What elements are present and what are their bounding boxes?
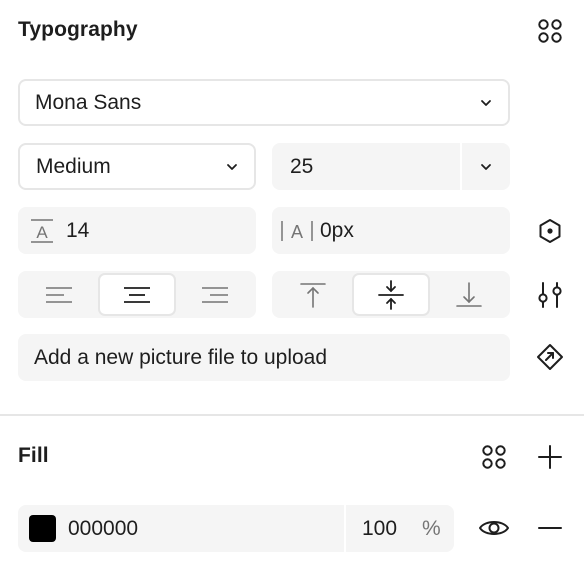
align-bottom-icon (456, 281, 482, 307)
align-top-icon (300, 282, 326, 308)
chevron-down-icon (481, 163, 491, 170)
align-right-icon (202, 286, 228, 303)
styles-grid-icon[interactable] (530, 14, 570, 48)
font-size-value[interactable]: 25 (290, 143, 313, 190)
font-family-value: Mona Sans (35, 90, 142, 114)
font-family-select[interactable]: Mona Sans (18, 79, 510, 126)
font-size-combobox[interactable]: 25 (272, 143, 510, 190)
align-center-icon (124, 286, 150, 303)
hexagon-icon[interactable] (534, 215, 566, 247)
align-bottom-button[interactable] (430, 273, 508, 316)
svg-text:A: A (291, 222, 303, 242)
align-right-button[interactable] (176, 273, 254, 316)
fill-opacity-unit: % (422, 516, 441, 540)
section-divider (0, 414, 584, 416)
letter-spacing-value[interactable]: 0px (320, 207, 354, 254)
align-middle-icon (378, 279, 404, 310)
chevron-down-icon (476, 81, 496, 124)
fill-separator (344, 505, 346, 552)
component-link-icon[interactable] (534, 341, 566, 373)
font-size-dropdown-button[interactable] (462, 143, 510, 190)
typography-title: Typography (18, 18, 138, 41)
align-top-button[interactable] (274, 273, 352, 316)
sliders-icon[interactable] (534, 279, 566, 311)
text-align-segmented (18, 271, 256, 318)
align-middle-button[interactable] (352, 273, 430, 316)
fill-title: Fill (18, 444, 49, 467)
font-weight-value: Medium (36, 154, 111, 178)
align-left-button[interactable] (20, 273, 98, 316)
line-height-field[interactable]: A 14 (18, 207, 256, 254)
chevron-down-icon (222, 145, 242, 188)
fill-opacity-value[interactable]: 100 (362, 505, 397, 552)
fill-color-field[interactable]: 000000 100 % (18, 505, 454, 552)
upload-picture-field[interactable]: Add a new picture file to upload (18, 334, 510, 381)
upload-text: Add a new picture file to upload (34, 345, 328, 369)
letter-spacing-icon: A (278, 207, 316, 254)
add-fill-icon[interactable] (534, 440, 566, 474)
font-weight-select[interactable]: Medium (18, 143, 256, 190)
line-height-value[interactable]: 14 (66, 207, 89, 254)
vertical-align-segmented (272, 271, 510, 318)
remove-fill-icon[interactable] (534, 512, 566, 544)
align-left-icon (46, 286, 72, 303)
color-swatch[interactable] (29, 515, 56, 542)
fill-styles-grid-icon[interactable] (474, 440, 514, 474)
svg-text:A: A (36, 223, 48, 242)
fill-hex-value[interactable]: 000000 (68, 505, 138, 552)
eye-icon[interactable] (474, 512, 514, 544)
line-height-icon: A (28, 207, 56, 254)
align-center-button[interactable] (98, 273, 176, 316)
letter-spacing-field[interactable]: A 0px (272, 207, 510, 254)
